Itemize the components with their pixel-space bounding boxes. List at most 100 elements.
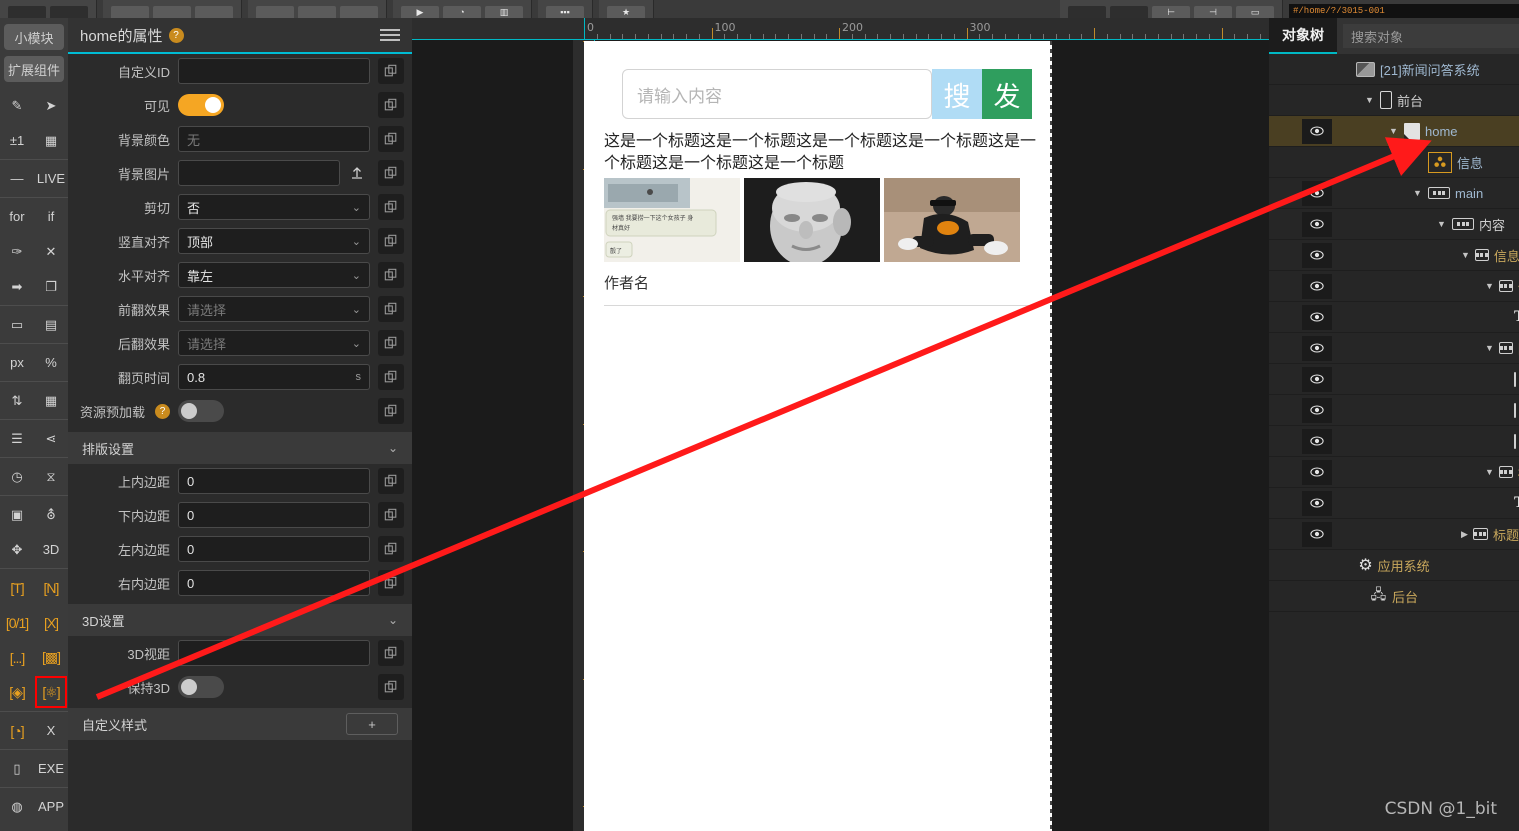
copy-button[interactable] <box>378 160 404 186</box>
disclosure-arrow-icon[interactable]: ▼ <box>1437 219 1447 229</box>
chevron-down-icon[interactable]: ⌄ <box>352 201 361 214</box>
line-icon[interactable]: — <box>0 161 34 196</box>
copy-button[interactable] <box>378 296 404 322</box>
rotate-3d-icon[interactable]: ✥ <box>0 532 34 567</box>
preview-button[interactable]: ◔ <box>443 6 481 18</box>
toolbar-button[interactable] <box>298 6 336 18</box>
grid-variable-icon[interactable]: [▩] <box>34 640 68 675</box>
section-header-custom-style[interactable]: 自定义样式 + <box>68 708 412 740</box>
tree-node-标题[interactable]: ▶ 标题 <box>1269 519 1519 550</box>
copy-button[interactable] <box>378 92 404 118</box>
add-style-button[interactable]: + <box>346 713 398 735</box>
visibility-eye-icon[interactable] <box>1302 211 1332 237</box>
disclosure-arrow-icon[interactable]: ▼ <box>1461 250 1470 260</box>
toggle-资源预加载[interactable] <box>178 400 224 422</box>
input-背景图片[interactable] <box>178 160 340 186</box>
input-翻页时间[interactable]: 0.8 s <box>178 364 370 390</box>
thumbnail-runner-photo[interactable] <box>884 178 1020 263</box>
container-icon[interactable]: ▭ <box>0 307 34 342</box>
thumbnail-chat-screenshot[interactable]: 强墙 我要捞一下这个女孩子 身 材真好 瞉了 <box>604 178 740 263</box>
visibility-eye-icon[interactable] <box>1302 397 1332 423</box>
tree-node[interactable] <box>1269 426 1519 457</box>
chevron-down-icon[interactable]: ⌄ <box>388 441 398 455</box>
copy-button[interactable] <box>378 262 404 288</box>
copy-button[interactable] <box>378 674 404 700</box>
clock-variable-icon[interactable]: [◔] <box>0 713 34 748</box>
toggle-保持3D[interactable] <box>178 676 224 698</box>
input-自定义ID[interactable] <box>178 58 370 84</box>
if-condition-icon[interactable]: if <box>34 199 68 234</box>
align-left-button[interactable]: ⊢ <box>1152 6 1190 18</box>
select-剪切[interactable]: 否 ⌄ <box>178 194 370 220</box>
play-button[interactable]: ▶ <box>401 6 439 18</box>
timer-icon[interactable]: ◷ <box>0 459 34 494</box>
presentation-icon[interactable]: ▣ <box>0 497 34 532</box>
tree-node[interactable]: T <box>1269 488 1519 519</box>
visibility-eye-icon[interactable] <box>1302 180 1332 206</box>
vertical-list-icon[interactable]: ▤ <box>34 307 68 342</box>
windows-exe-icon[interactable]: EXE <box>34 751 68 786</box>
tree-node-应用系统[interactable]: ⚙ 应用系统 <box>1269 550 1519 581</box>
input-3D视距[interactable] <box>178 640 370 666</box>
share-node-icon[interactable]: ⋖ <box>34 421 68 456</box>
tree-node-作[interactable]: ▼作 <box>1269 271 1519 302</box>
disclosure-arrow-icon[interactable]: ▼ <box>1413 188 1423 198</box>
toolbar-button[interactable] <box>195 6 233 18</box>
select-水平对齐[interactable]: 靠左 ⌄ <box>178 262 370 288</box>
visibility-eye-icon[interactable] <box>1302 304 1332 330</box>
chevron-down-icon[interactable]: ⌄ <box>352 303 361 316</box>
search-input[interactable]: 请输入内容 <box>622 69 932 119</box>
select-竖直对齐[interactable]: 顶部 ⌄ <box>178 228 370 254</box>
cursor-split-icon[interactable]: ➤ <box>34 88 68 123</box>
device-button[interactable]: ▭ <box>1236 6 1274 18</box>
disclosure-arrow-icon[interactable]: ▼ <box>1485 343 1494 353</box>
toolbar-button[interactable] <box>1110 6 1148 18</box>
visibility-eye-icon[interactable] <box>1302 490 1332 516</box>
grid-button[interactable]: ▥ <box>485 6 523 18</box>
toolbar-button[interactable] <box>111 6 149 18</box>
section-header-3d[interactable]: 3D设置 ⌄ <box>68 604 412 636</box>
molecule-object-icon[interactable]: [⚛] <box>34 675 68 710</box>
copy-button[interactable] <box>378 640 404 666</box>
x-variable-icon[interactable]: [X] <box>34 605 68 640</box>
plus-minus-one-icon[interactable]: ±1 <box>0 123 34 158</box>
group-label-small-modules[interactable]: 小模块 <box>4 24 64 50</box>
chevron-down-icon[interactable]: ⌄ <box>388 613 398 627</box>
text-variable-icon[interactable]: [T] <box>0 570 34 605</box>
slide-in-icon[interactable]: ➡ <box>0 269 34 304</box>
copy-button[interactable] <box>378 194 404 220</box>
pen-slash-icon[interactable]: ✎ <box>0 88 34 123</box>
upload-icon[interactable] <box>344 160 370 186</box>
toolbar-button[interactable] <box>256 6 294 18</box>
input-上内边距[interactable]: 0 <box>178 468 370 494</box>
tree-node-标[interactable]: ▼标 <box>1269 457 1519 488</box>
favorite-button[interactable]: ★ <box>607 6 645 18</box>
section-header-layout[interactable]: 排版设置 ⌄ <box>68 432 412 464</box>
copy-button[interactable] <box>378 398 404 424</box>
fraction-variable-icon[interactable]: [0/1] <box>0 605 34 640</box>
tree-node-图[interactable]: ▼图 <box>1269 333 1519 364</box>
input-右内边距[interactable]: 0 <box>178 570 370 596</box>
tree-node[interactable] <box>1269 364 1519 395</box>
copy-button[interactable] <box>378 58 404 84</box>
copy-button[interactable] <box>378 468 404 494</box>
visibility-eye-icon[interactable] <box>1302 521 1332 547</box>
tree-node-[21]新闻问答系统[interactable]: [21]新闻问答系统 <box>1269 54 1519 85</box>
copy-button[interactable] <box>378 228 404 254</box>
toolbar-button[interactable] <box>8 6 46 18</box>
wechat-icon[interactable]: ◍ <box>0 789 34 824</box>
toolbar-button[interactable]: ▪▪▪ <box>546 6 584 18</box>
copy-button[interactable] <box>378 536 404 562</box>
copy-button[interactable] <box>378 330 404 356</box>
tree-node-信息[interactable]: 信息 <box>1269 147 1519 178</box>
input-下内边距[interactable]: 0 <box>178 502 370 528</box>
shuffle-icon[interactable]: ✕ <box>34 234 68 269</box>
hamburger-menu-icon[interactable] <box>380 29 400 41</box>
tab-object-tree[interactable]: 对象树 <box>1269 18 1337 54</box>
horizontal-ruler[interactable]: 0 100 200 300 <box>412 18 1269 40</box>
visibility-eye-icon[interactable] <box>1302 118 1332 144</box>
live-icon[interactable]: LIVE <box>34 161 68 196</box>
array-variable-icon[interactable]: [...] <box>0 640 34 675</box>
tree-node[interactable] <box>1269 395 1519 426</box>
visibility-eye-icon[interactable] <box>1302 273 1332 299</box>
